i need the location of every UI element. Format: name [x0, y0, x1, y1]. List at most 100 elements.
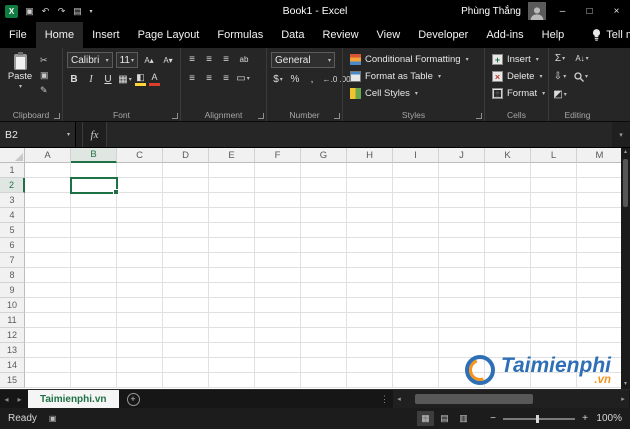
cell-F6[interactable]	[255, 238, 301, 253]
cell-L7[interactable]	[531, 253, 577, 268]
cell-G5[interactable]	[301, 223, 347, 238]
cell-H4[interactable]	[347, 208, 393, 223]
cell-D7[interactable]	[163, 253, 209, 268]
cell-E5[interactable]	[209, 223, 255, 238]
formula-bar-splitter[interactable]	[76, 122, 83, 147]
cell-F8[interactable]	[255, 268, 301, 283]
cell-E11[interactable]	[209, 313, 255, 328]
cell-K7[interactable]	[485, 253, 531, 268]
cell-F3[interactable]	[255, 193, 301, 208]
row-header-10[interactable]: 10	[0, 298, 25, 313]
cell-A5[interactable]	[25, 223, 71, 238]
tab-page-layout[interactable]: Page Layout	[129, 22, 209, 48]
cell-F5[interactable]	[255, 223, 301, 238]
cell-J5[interactable]	[439, 223, 485, 238]
number-dialog-launcher[interactable]	[334, 113, 340, 119]
row-header-5[interactable]: 5	[0, 223, 25, 238]
cell-L15[interactable]	[531, 373, 577, 388]
cell-E10[interactable]	[209, 298, 255, 313]
tab-help[interactable]: Help	[533, 22, 574, 48]
cell-A11[interactable]	[25, 313, 71, 328]
cell-A8[interactable]	[25, 268, 71, 283]
cell-M7[interactable]	[577, 253, 621, 268]
sheet-tab-active[interactable]: Taimienphi.vn	[28, 390, 119, 408]
cell-L2[interactable]	[531, 178, 577, 193]
cell-K1[interactable]	[485, 163, 531, 178]
scroll-down-icon[interactable]: ▾	[624, 380, 627, 389]
cell-C9[interactable]	[117, 283, 163, 298]
cell-M11[interactable]	[577, 313, 621, 328]
view-page-layout-icon[interactable]: ▤	[436, 411, 453, 426]
column-header-g[interactable]: G	[301, 148, 347, 163]
horizontal-scrollbar[interactable]: ◂ ▸	[393, 390, 629, 408]
tab-view[interactable]: View	[368, 22, 410, 48]
paste-button[interactable]: Paste ▾	[4, 52, 36, 108]
cell-F1[interactable]	[255, 163, 301, 178]
cell-D12[interactable]	[163, 328, 209, 343]
number-format-combo[interactable]: General ▾	[271, 52, 335, 68]
cell-G13[interactable]	[301, 343, 347, 358]
cell-C3[interactable]	[117, 193, 163, 208]
cell-E12[interactable]	[209, 328, 255, 343]
font-color-button[interactable]: A	[149, 73, 160, 86]
cell-J8[interactable]	[439, 268, 485, 283]
insert-function-button[interactable]: fx	[83, 122, 107, 147]
cell-J14[interactable]	[439, 358, 485, 373]
cell-M10[interactable]	[577, 298, 621, 313]
cell-D8[interactable]	[163, 268, 209, 283]
underline-button[interactable]: U	[101, 72, 115, 87]
delete-button[interactable]: × Delete ▾	[489, 68, 544, 85]
cell-G2[interactable]	[301, 178, 347, 193]
cell-M4[interactable]	[577, 208, 621, 223]
cell-K15[interactable]	[485, 373, 531, 388]
zoom-in-button[interactable]: +	[578, 413, 592, 424]
undo-icon[interactable]: ↶	[38, 3, 53, 19]
cell-H14[interactable]	[347, 358, 393, 373]
cell-E3[interactable]	[209, 193, 255, 208]
cell-K6[interactable]	[485, 238, 531, 253]
styles-dialog-launcher[interactable]	[476, 113, 482, 119]
cell-H15[interactable]	[347, 373, 393, 388]
cell-L9[interactable]	[531, 283, 577, 298]
cell-M2[interactable]	[577, 178, 621, 193]
column-header-m[interactable]: M	[577, 148, 621, 163]
excel-app-icon[interactable]: X	[5, 4, 18, 18]
cell-M5[interactable]	[577, 223, 621, 238]
cell-G14[interactable]	[301, 358, 347, 373]
cell-D1[interactable]	[163, 163, 209, 178]
cell-H5[interactable]	[347, 223, 393, 238]
cell-E7[interactable]	[209, 253, 255, 268]
cell-D14[interactable]	[163, 358, 209, 373]
cell-E2[interactable]	[209, 178, 255, 193]
cell-F14[interactable]	[255, 358, 301, 373]
cell-I4[interactable]	[393, 208, 439, 223]
cell-D5[interactable]	[163, 223, 209, 238]
cell-J9[interactable]	[439, 283, 485, 298]
cell-B1[interactable]	[71, 163, 117, 178]
cell-H10[interactable]	[347, 298, 393, 313]
cell-J13[interactable]	[439, 343, 485, 358]
cell-I2[interactable]	[393, 178, 439, 193]
cell-L14[interactable]	[531, 358, 577, 373]
cell-F10[interactable]	[255, 298, 301, 313]
cell-I10[interactable]	[393, 298, 439, 313]
cell-J6[interactable]	[439, 238, 485, 253]
cell-B7[interactable]	[71, 253, 117, 268]
cell-K5[interactable]	[485, 223, 531, 238]
hscroll-right-icon[interactable]: ▸	[617, 395, 629, 403]
redo-icon[interactable]: ↷	[54, 3, 69, 19]
cell-D9[interactable]	[163, 283, 209, 298]
cell-I7[interactable]	[393, 253, 439, 268]
row-header-7[interactable]: 7	[0, 253, 25, 268]
cell-J15[interactable]	[439, 373, 485, 388]
cell-I14[interactable]	[393, 358, 439, 373]
avatar[interactable]	[528, 2, 546, 20]
cell-J4[interactable]	[439, 208, 485, 223]
cell-L6[interactable]	[531, 238, 577, 253]
cell-F12[interactable]	[255, 328, 301, 343]
hscroll-left-icon[interactable]: ◂	[393, 395, 405, 403]
cell-L10[interactable]	[531, 298, 577, 313]
cell-J10[interactable]	[439, 298, 485, 313]
cell-M1[interactable]	[577, 163, 621, 178]
cell-D2[interactable]	[163, 178, 209, 193]
